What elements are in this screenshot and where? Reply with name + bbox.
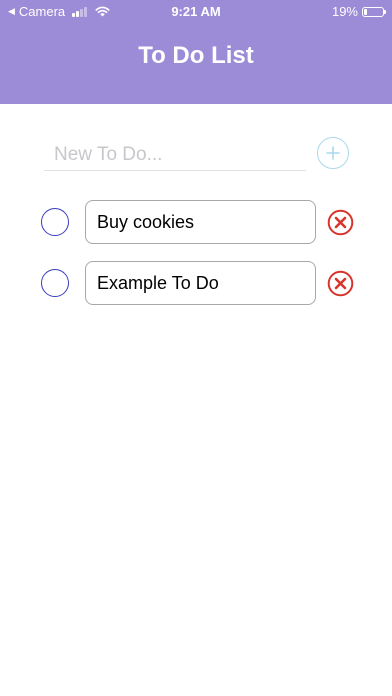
todo-row — [0, 200, 392, 244]
page-title: To Do List — [138, 42, 254, 69]
status-right: 19% — [331, 4, 386, 19]
todo-row — [0, 261, 392, 305]
delete-todo-icon[interactable] — [327, 209, 354, 236]
delete-todo-icon[interactable] — [327, 270, 354, 297]
battery-percent: 19% — [331, 4, 358, 19]
todo-complete-toggle[interactable] — [41, 208, 69, 236]
new-todo-input[interactable] — [44, 139, 306, 171]
todo-text-field[interactable] — [85, 200, 316, 244]
todo-complete-toggle[interactable] — [41, 269, 69, 297]
add-todo-button[interactable] — [317, 137, 349, 169]
battery-fill — [364, 8, 368, 15]
header: ◀ Camera 9:21 AM 19% To Do List — [0, 0, 392, 104]
battery-icon — [362, 6, 386, 17]
plus-icon — [326, 146, 340, 160]
status-bar: ◀ Camera 9:21 AM 19% — [0, 0, 392, 22]
todo-text-field[interactable] — [85, 261, 316, 305]
